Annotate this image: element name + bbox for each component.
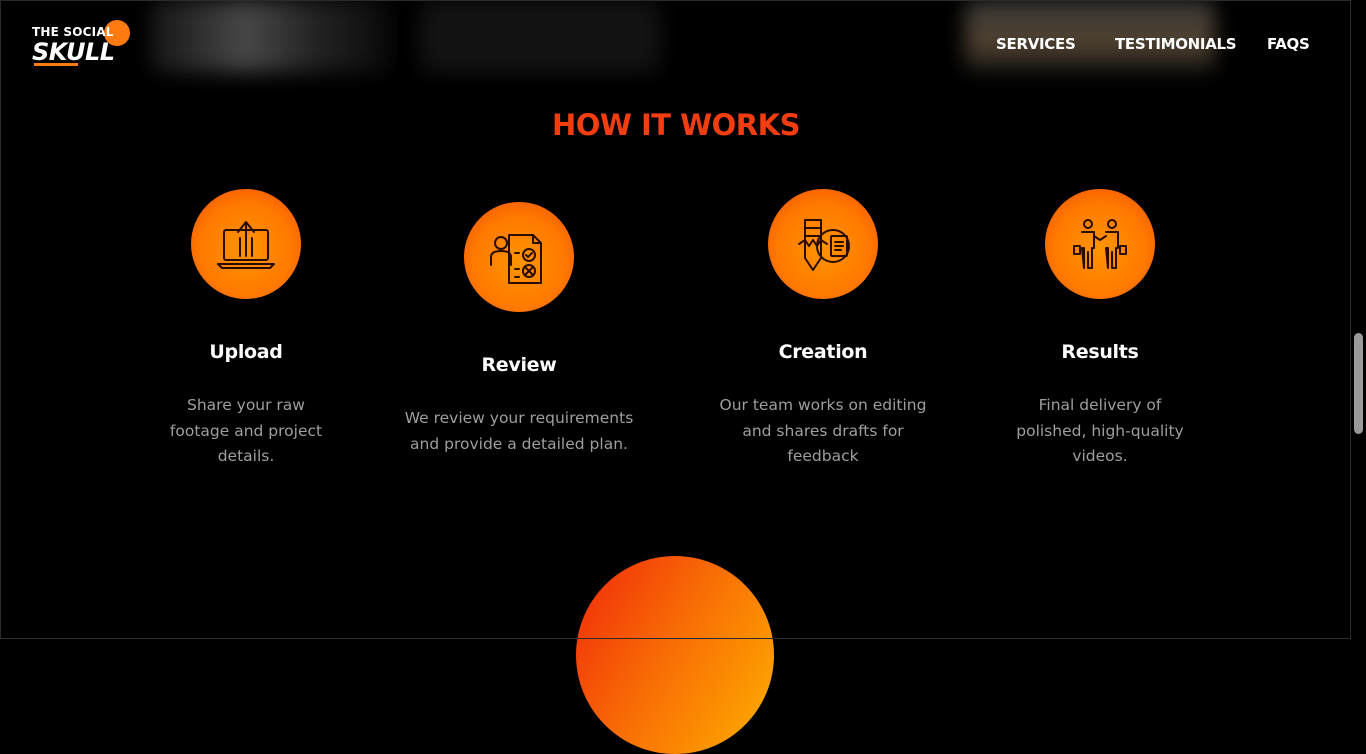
step-description: Final delivery of polished, high-quality… (1016, 396, 1184, 465)
step-title: Upload (209, 341, 283, 363)
logo-line2: SKULL (32, 38, 115, 66)
decorative-gradient-circle (576, 556, 774, 754)
step-title: Results (1061, 341, 1139, 363)
nav-testimonials[interactable]: TESTIMONIALS (1115, 35, 1237, 53)
header-bg-image (420, 0, 660, 72)
brand-logo[interactable]: THE SOCIAL SKULL (30, 18, 130, 70)
step-title: Review (481, 354, 557, 376)
scrollbar-thumb[interactable] (1354, 333, 1363, 434)
step-icon-circle (464, 202, 574, 312)
nav-services[interactable]: SERVICES (996, 35, 1076, 53)
creative-pencil-gear-icon (798, 219, 850, 271)
step-review: Review We review your requirements and p… (379, 202, 659, 457)
header-bg-image (150, 0, 390, 72)
section-title: HOW IT WORKS (551, 108, 801, 142)
laptop-upload-icon (217, 221, 275, 269)
step-results: Results Final delivery of polished, high… (960, 189, 1240, 470)
step-description: We review your requirements and provide … (404, 409, 634, 453)
step-icon-circle (1045, 189, 1155, 299)
page-scrollbar[interactable] (1352, 0, 1366, 639)
handshake-people-icon (1073, 219, 1127, 269)
logo-stripe (34, 63, 78, 66)
step-description: Our team works on editing and shares dra… (719, 396, 927, 465)
step-icon-circle (768, 189, 878, 299)
step-title: Creation (778, 341, 868, 363)
review-checklist-icon (490, 234, 542, 284)
step-icon-circle (191, 189, 301, 299)
step-creation: Creation Our team works on editing and s… (683, 189, 963, 470)
step-upload: Upload Share your raw footage and projec… (106, 189, 386, 470)
nav-faqs[interactable]: FAQS (1267, 35, 1310, 53)
step-description: Share your raw footage and project detai… (169, 396, 323, 465)
logo-line1: THE SOCIAL (32, 25, 114, 39)
